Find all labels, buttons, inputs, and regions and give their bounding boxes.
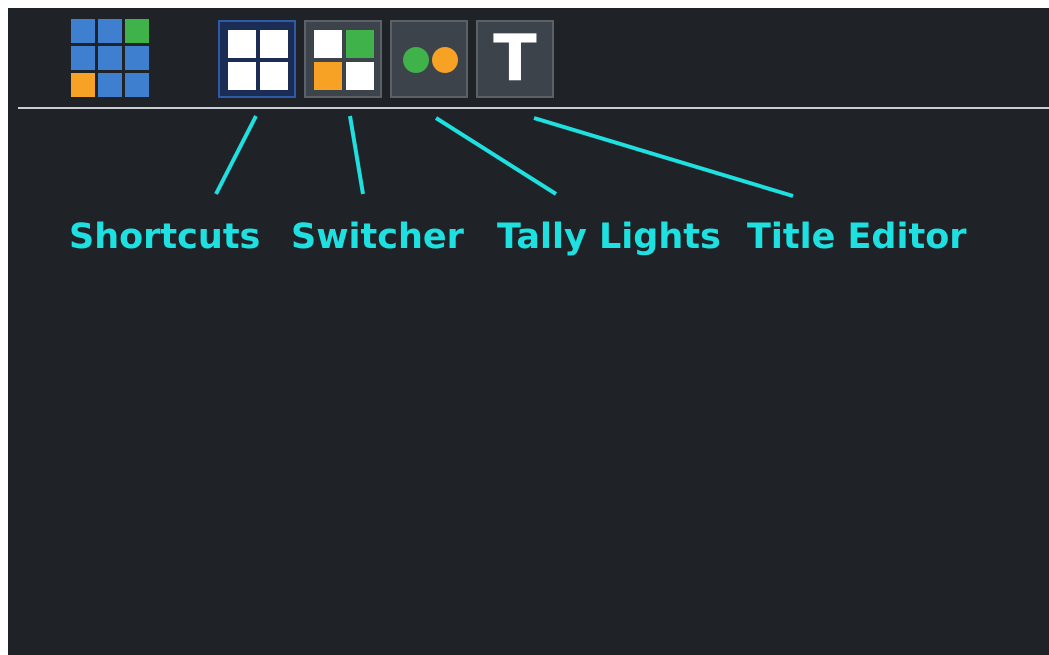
logo-tile — [125, 46, 149, 70]
title-t-icon: T — [493, 22, 537, 96]
callout-lines — [214, 115, 794, 198]
toolbar-divider — [18, 107, 1049, 109]
grid-cell — [260, 62, 288, 90]
grid-cell — [346, 30, 374, 58]
switcher-button[interactable] — [304, 20, 382, 98]
callout-label-title-editor: Title Editor — [747, 217, 967, 257]
logo-tile — [71, 46, 95, 70]
green-light-icon — [403, 47, 429, 73]
switcher-grid-icon — [314, 30, 374, 90]
tally-lights-button[interactable] — [390, 20, 468, 98]
grid-cell — [314, 62, 342, 90]
app-screen: T Shortcuts Switcher Tally Lights Title … — [8, 8, 1049, 655]
logo-tile — [98, 46, 122, 70]
grid-cell — [260, 30, 288, 58]
logo-tile — [71, 73, 95, 97]
orange-light-icon — [432, 47, 458, 73]
logo-tile — [125, 19, 149, 43]
callout-label-tally-lights: Tally Lights — [497, 217, 721, 257]
grid-cell — [228, 30, 256, 58]
logo-tile — [98, 19, 122, 43]
title-editor-button[interactable]: T — [476, 20, 554, 98]
grid-cell — [314, 30, 342, 58]
four-square-grid-icon — [228, 30, 288, 90]
logo-tile — [125, 73, 149, 97]
grid-cell — [228, 62, 256, 90]
callout-line-shortcuts — [214, 115, 258, 195]
callout-line-switcher — [348, 115, 365, 195]
callout-label-shortcuts: Shortcuts — [69, 217, 261, 257]
callout-line-tally — [434, 116, 558, 196]
shortcuts-button[interactable] — [218, 20, 296, 98]
logo-tile — [71, 19, 95, 43]
callout-label-switcher: Switcher — [291, 217, 464, 257]
logo-tile — [98, 73, 122, 97]
app-grid-icon[interactable] — [71, 19, 153, 101]
grid-cell — [346, 62, 374, 90]
callout-line-title — [533, 116, 794, 198]
